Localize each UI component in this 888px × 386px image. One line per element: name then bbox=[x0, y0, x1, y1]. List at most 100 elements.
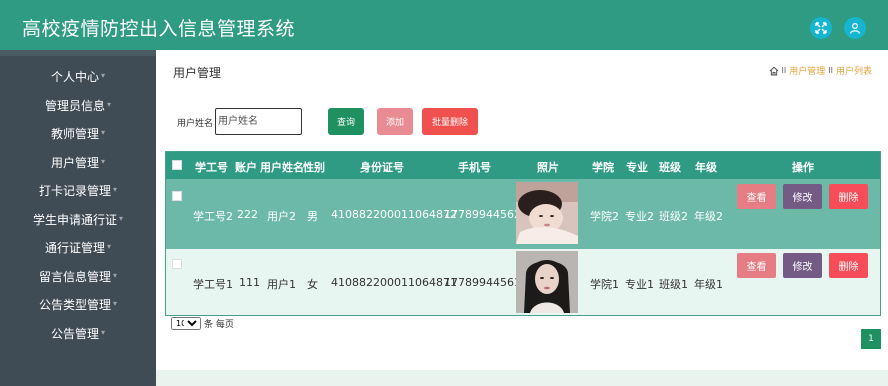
breadcrumb-separator: II bbox=[828, 66, 833, 75]
chevron-down-icon: ▾ bbox=[107, 99, 112, 109]
cell-account: 111 bbox=[239, 276, 260, 289]
sidebar-item-label: 打卡记录管理 bbox=[38, 183, 111, 198]
fullscreen-button[interactable] bbox=[810, 17, 832, 39]
query-button[interactable]: 查询 bbox=[328, 108, 364, 135]
cell-student-no: 学工号2 bbox=[193, 210, 233, 223]
column-header: 手机号 bbox=[458, 161, 491, 174]
cell-college: 学院1 bbox=[590, 278, 619, 291]
home-icon[interactable] bbox=[769, 66, 779, 76]
chevron-down-icon: ▾ bbox=[101, 70, 106, 80]
cell-phone: 17789944562 bbox=[444, 208, 521, 221]
top-bar: 高校疫情防控出入信息管理系统 bbox=[0, 0, 888, 50]
sidebar-item-admin-info[interactable]: 管理员信息 ▾ bbox=[0, 91, 156, 119]
column-header: 照片 bbox=[537, 161, 559, 174]
sidebar-item-label: 留言信息管理 bbox=[38, 269, 111, 284]
chevron-down-icon: ▾ bbox=[119, 213, 124, 223]
table-row[interactable]: 学工号2 222 用户2 男 410882200011064872 177899… bbox=[166, 179, 880, 249]
chevron-down-icon: ▾ bbox=[101, 327, 106, 337]
sidebar-item-label: 公告类型管理 bbox=[38, 297, 111, 312]
view-button[interactable]: 查看 bbox=[737, 184, 776, 209]
table-header: 学工号 账户 用户姓名 性别 身份证号 手机号 照片 学院 专业 班级 年级 操… bbox=[166, 152, 880, 179]
chevron-down-icon: ▾ bbox=[101, 156, 106, 166]
search-input[interactable] bbox=[215, 108, 302, 135]
main-panel: 用户管理 II 用户管理 II 用户列表 用户姓名 查询 添加 批量删除 学工号… bbox=[156, 50, 888, 370]
cell-id-card: 410882200011064872 bbox=[331, 208, 457, 221]
cell-college: 学院2 bbox=[590, 210, 619, 223]
cell-grade: 年级1 bbox=[694, 278, 723, 291]
breadcrumb-separator: II bbox=[781, 66, 787, 75]
cell-student-no: 学工号1 bbox=[193, 278, 233, 291]
column-header: 专业 bbox=[626, 161, 648, 174]
chevron-down-icon: ▾ bbox=[107, 241, 112, 251]
add-button[interactable]: 添加 bbox=[377, 108, 413, 135]
cell-class: 班级2 bbox=[659, 210, 688, 223]
cell-gender: 男 bbox=[307, 210, 318, 223]
sidebar-item-label: 通行证管理 bbox=[44, 240, 105, 255]
search-label: 用户姓名 bbox=[177, 119, 214, 129]
sidebar-item-label: 个人中心 bbox=[50, 69, 99, 84]
column-header: 学工号 bbox=[195, 161, 228, 174]
cell-name: 用户2 bbox=[267, 210, 296, 223]
cell-major: 专业1 bbox=[625, 278, 654, 291]
pagination-page-button[interactable]: 1 bbox=[861, 329, 881, 349]
page-size-label: 条 每页 bbox=[204, 320, 234, 330]
sidebar-item-checkin-records[interactable]: 打卡记录管理 ▾ bbox=[0, 176, 156, 204]
delete-button[interactable]: 删除 bbox=[829, 184, 868, 209]
row-checkbox[interactable] bbox=[172, 191, 182, 201]
column-header: 年级 bbox=[695, 161, 717, 174]
column-header: 操作 bbox=[792, 161, 814, 174]
sidebar-item-pass-application[interactable]: 学生申请通行证 ▾ bbox=[0, 205, 156, 233]
chevron-down-icon: ▾ bbox=[113, 184, 118, 194]
sidebar-item-label: 教师管理 bbox=[50, 126, 99, 141]
user-table: 学工号 账户 用户姓名 性别 身份证号 手机号 照片 学院 专业 班级 年级 操… bbox=[165, 151, 881, 316]
user-menu-button[interactable] bbox=[844, 17, 866, 39]
chevron-down-icon: ▾ bbox=[113, 298, 118, 308]
sidebar-item-label: 用户管理 bbox=[50, 155, 99, 170]
delete-button[interactable]: 删除 bbox=[829, 253, 868, 278]
sidebar-item-notices[interactable]: 公告管理 ▾ bbox=[0, 319, 156, 347]
edit-button[interactable]: 修改 bbox=[783, 184, 822, 209]
bulk-delete-button[interactable]: 批量删除 bbox=[422, 108, 478, 135]
page-size-select[interactable]: 10 bbox=[171, 317, 201, 330]
sidebar-item-teachers[interactable]: 教师管理 ▾ bbox=[0, 119, 156, 147]
select-all-checkbox[interactable] bbox=[172, 160, 182, 170]
cell-class: 班级1 bbox=[659, 278, 688, 291]
sidebar-item-notice-types[interactable]: 公告类型管理 ▾ bbox=[0, 290, 156, 318]
cell-grade: 年级2 bbox=[694, 210, 723, 223]
table-row[interactable]: 学工号1 111 用户1 女 410882200011064871 177899… bbox=[166, 249, 880, 315]
cell-name: 用户1 bbox=[267, 278, 296, 291]
page-size-control: 10 条 每页 bbox=[171, 317, 234, 330]
user-icon bbox=[849, 22, 861, 34]
column-header: 班级 bbox=[659, 161, 681, 174]
sidebar-item-personal-center[interactable]: 个人中心 ▾ bbox=[0, 62, 156, 90]
column-header: 身份证号 bbox=[360, 161, 404, 174]
cell-major: 专业2 bbox=[625, 210, 654, 223]
breadcrumb: II 用户管理 II 用户列表 bbox=[769, 64, 872, 77]
sidebar-top-strip bbox=[0, 50, 156, 56]
row-checkbox[interactable] bbox=[172, 259, 182, 269]
sidebar-item-label: 公告管理 bbox=[50, 326, 99, 341]
chevron-down-icon: ▾ bbox=[101, 127, 106, 137]
sidebar-item-messages[interactable]: 留言信息管理 ▾ bbox=[0, 262, 156, 290]
sidebar-item-label: 学生申请通行证 bbox=[32, 212, 117, 227]
user-photo bbox=[516, 182, 578, 244]
cell-gender: 女 bbox=[307, 278, 318, 291]
chevron-down-icon: ▾ bbox=[113, 270, 118, 280]
column-header: 账户 bbox=[235, 161, 257, 174]
fullscreen-icon bbox=[815, 22, 827, 34]
user-photo bbox=[516, 251, 578, 313]
column-header: 性别 bbox=[303, 161, 325, 174]
sidebar-item-label: 管理员信息 bbox=[44, 98, 105, 113]
app-title: 高校疫情防控出入信息管理系统 bbox=[22, 18, 296, 40]
breadcrumb-item-user-management[interactable]: 用户管理 bbox=[789, 64, 825, 77]
sidebar-item-pass-management[interactable]: 通行证管理 ▾ bbox=[0, 233, 156, 261]
cell-account: 222 bbox=[237, 208, 258, 221]
column-header: 学院 bbox=[592, 161, 614, 174]
edit-button[interactable]: 修改 bbox=[783, 253, 822, 278]
cell-id-card: 410882200011064871 bbox=[331, 276, 457, 289]
view-button[interactable]: 查看 bbox=[737, 253, 776, 278]
page-title: 用户管理 bbox=[173, 66, 222, 80]
breadcrumb-item-user-list[interactable]: 用户列表 bbox=[836, 64, 872, 77]
column-header: 用户姓名 bbox=[260, 161, 304, 174]
sidebar-item-users[interactable]: 用户管理 ▾ bbox=[0, 148, 156, 176]
